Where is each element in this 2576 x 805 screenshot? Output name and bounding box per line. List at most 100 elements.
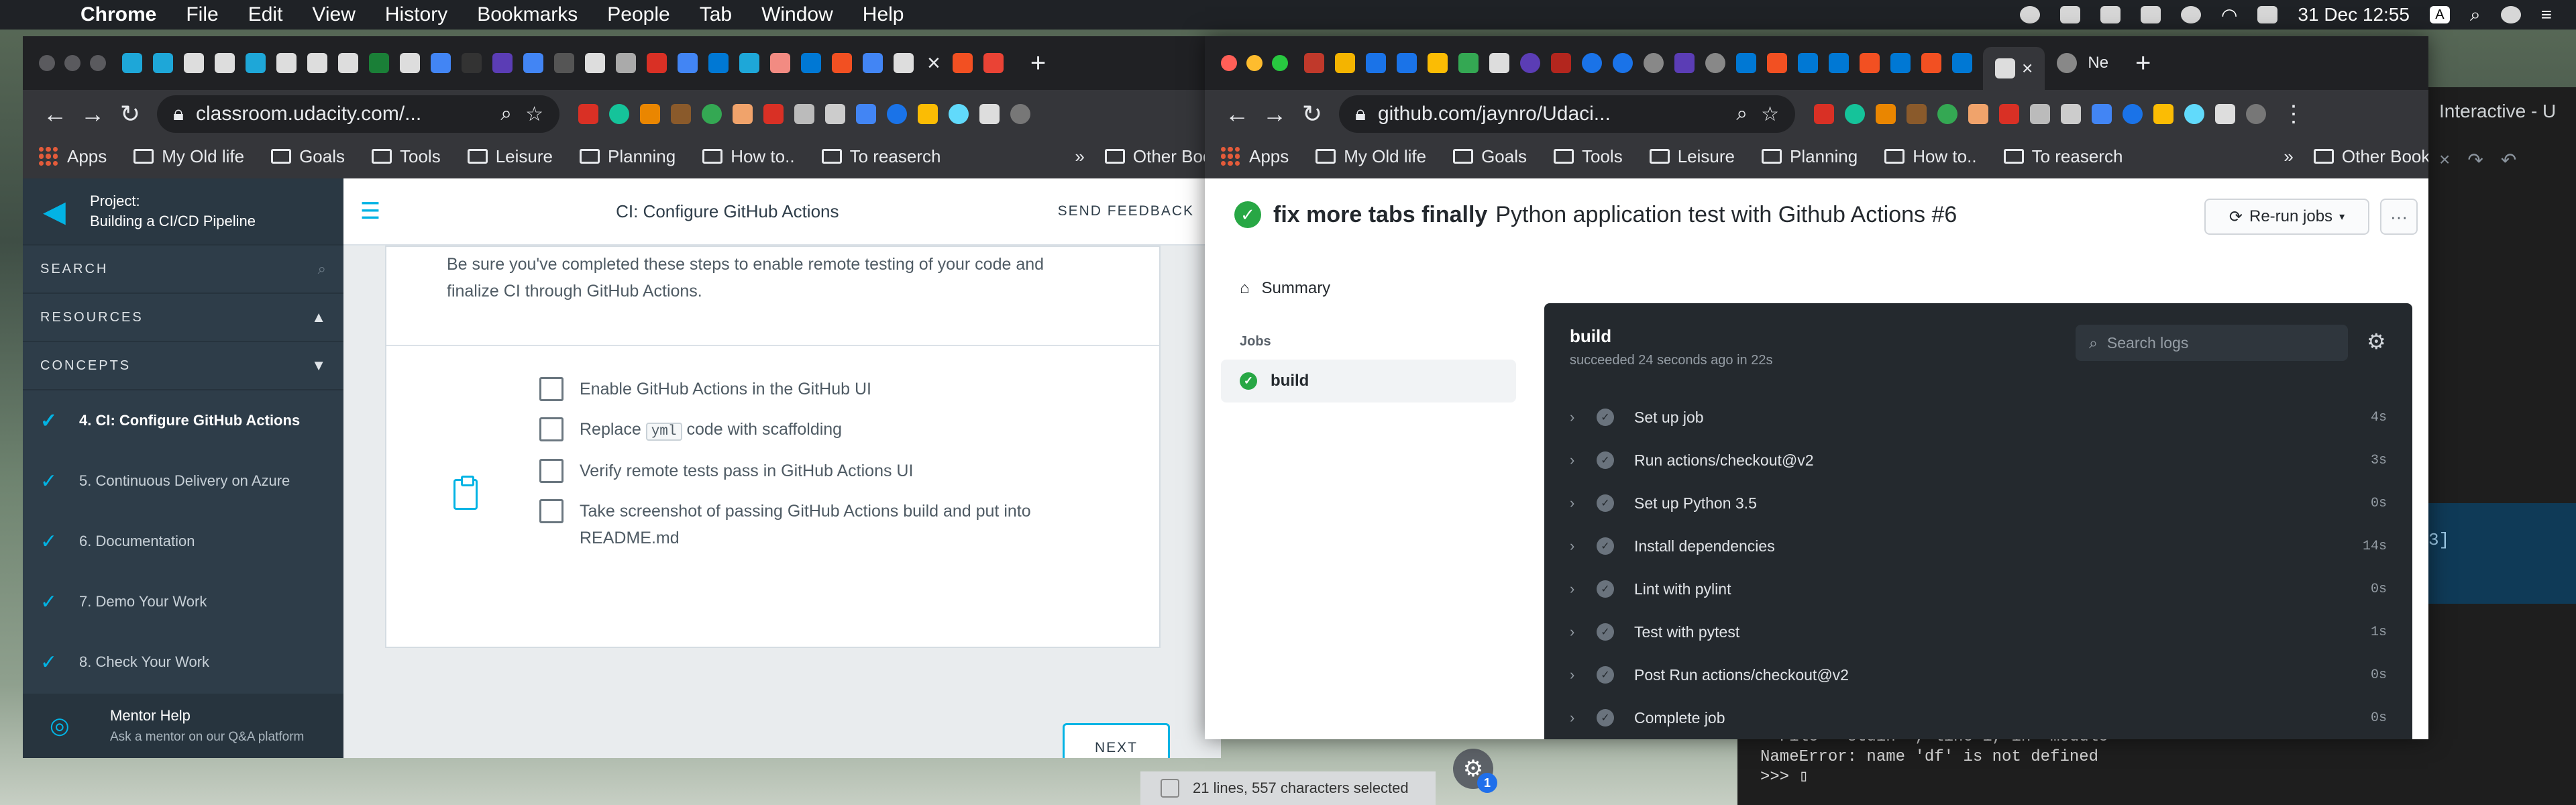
- next-button[interactable]: NEXT: [1063, 723, 1170, 758]
- bookmark-star-icon[interactable]: ☆: [525, 103, 543, 126]
- notion-tab-favicon[interactable]: [554, 53, 574, 73]
- menu-app-chrome[interactable]: Chrome: [80, 3, 156, 26]
- control-center-icon[interactable]: ≡: [2541, 4, 2552, 25]
- sidebar-concept-7[interactable]: ✓ 7. Demo Your Work: [23, 572, 343, 632]
- ask-tab-favicon[interactable]: [983, 53, 1004, 73]
- settings-gear-icon[interactable]: ⚙ 1: [1453, 749, 1497, 793]
- microsoft-tab-favicon[interactable]: [952, 53, 973, 73]
- bookmark-folder[interactable]: Leisure: [1649, 146, 1735, 167]
- avatar-extension-icon[interactable]: [1968, 104, 1988, 124]
- udacity-tab-favicon[interactable]: [739, 53, 759, 73]
- bookmark-folder[interactable]: To reaserch: [821, 146, 941, 167]
- chat-icon[interactable]: [2059, 6, 2080, 23]
- github-tab-favicon[interactable]: [894, 53, 914, 73]
- address-bar[interactable]: 🔒︎ classroom.udacity.com/... ⌕ ☆: [157, 95, 559, 133]
- drive-extension-icon[interactable]: [918, 104, 938, 124]
- menu-file[interactable]: File: [186, 3, 218, 26]
- extension-icon[interactable]: [887, 104, 907, 124]
- github-tab-favicon[interactable]: [400, 53, 420, 73]
- sidebar-search[interactable]: SEARCH ⌕: [23, 246, 343, 294]
- redo-icon[interactable]: ↷: [2467, 149, 2483, 171]
- puzzle-extensions-icon[interactable]: [979, 104, 1000, 124]
- google-tab-favicon[interactable]: [678, 53, 698, 73]
- menu-people[interactable]: People: [607, 3, 669, 26]
- spreadsheet-tab-favicon[interactable]: [369, 53, 389, 73]
- react-devtools-icon[interactable]: [949, 104, 969, 124]
- screenshot-extension-icon[interactable]: [2061, 104, 2081, 124]
- puzzle-extensions-icon[interactable]: [2215, 104, 2235, 124]
- new-extension-icon[interactable]: [640, 104, 660, 124]
- azure-tab-favicon[interactable]: [1829, 53, 1849, 73]
- bookmark-folder[interactable]: Goals: [271, 146, 345, 167]
- more-options-button[interactable]: ···: [2380, 199, 2418, 235]
- new-extension-icon[interactable]: [1876, 104, 1896, 124]
- search-icon[interactable]: ⌕: [318, 260, 326, 278]
- bookmark-apps[interactable]: Apps: [1221, 146, 1289, 167]
- user-avatar-icon[interactable]: [2500, 6, 2521, 23]
- adblock-extension-icon[interactable]: [763, 104, 784, 124]
- hamburger-menu-icon[interactable]: ☰: [343, 198, 397, 225]
- orange-tab-favicon[interactable]: [770, 53, 790, 73]
- azure-tab-favicon[interactable]: [708, 53, 729, 73]
- search-logs-input[interactable]: ⌕ Search logs: [2076, 325, 2348, 361]
- log-step[interactable]: › ✓ Lint with pylint 0s: [1570, 568, 2387, 610]
- extension-icon[interactable]: [794, 104, 814, 124]
- cloud-upload-icon[interactable]: [2100, 6, 2121, 23]
- bluetooth-icon[interactable]: [2180, 6, 2201, 23]
- new-tab-button[interactable]: +: [2135, 48, 2151, 78]
- bookmark-folder[interactable]: How to..: [702, 146, 795, 167]
- bookmarks-overflow-button[interactable]: »: [2284, 146, 2293, 167]
- close-tab-icon[interactable]: ×: [927, 50, 941, 76]
- minimize-window-button[interactable]: [64, 55, 80, 71]
- back-arrow-icon[interactable]: ←: [1218, 100, 1256, 128]
- checkbox-icon[interactable]: [1161, 779, 1179, 798]
- project-header[interactable]: ◀ Project: Building a CI/CD Pipeline: [23, 178, 343, 246]
- r-tab-favicon[interactable]: [1551, 53, 1571, 73]
- github-tab-favicon[interactable]: [338, 53, 358, 73]
- close-tab-icon[interactable]: ×: [2022, 58, 2033, 79]
- menu-window[interactable]: Window: [761, 3, 833, 26]
- drive-extension-icon[interactable]: [2153, 104, 2174, 124]
- wifi-icon[interactable]: ◠: [2221, 4, 2237, 26]
- tab-favicon[interactable]: [1366, 53, 1386, 73]
- reload-icon[interactable]: ↻: [111, 100, 149, 128]
- bookmark-folder[interactable]: How to..: [1884, 146, 1977, 167]
- microsoft-tab-favicon[interactable]: [832, 53, 852, 73]
- udacity-tab-favicon[interactable]: [122, 53, 142, 73]
- bookmark-other[interactable]: Other Bookmar: [1104, 146, 1221, 167]
- extension-icon[interactable]: [1814, 104, 1834, 124]
- notion-tab-favicon[interactable]: [1489, 53, 1509, 73]
- undo-icon[interactable]: ↶: [2501, 149, 2516, 171]
- sidebar-concept-6[interactable]: ✓ 6. Documentation: [23, 511, 343, 572]
- github-tab-favicon[interactable]: [307, 53, 327, 73]
- chrome-menu-icon[interactable]: ⋮: [2282, 101, 2305, 127]
- sidebar-concepts[interactable]: CONCEPTS ▼: [23, 342, 343, 390]
- bookmark-folder[interactable]: My Old life: [133, 146, 244, 167]
- task-checkbox[interactable]: [539, 417, 564, 441]
- menu-edit[interactable]: Edit: [248, 3, 283, 26]
- log-step[interactable]: › ✓ Run actions/checkout@v2 3s: [1570, 439, 2387, 482]
- task-checkbox[interactable]: [539, 377, 564, 401]
- gear-icon[interactable]: ⚙: [2367, 329, 2386, 354]
- reload-icon[interactable]: ↻: [1293, 100, 1331, 128]
- bookmark-folder[interactable]: Planning: [579, 146, 676, 167]
- menu-help[interactable]: Help: [863, 3, 904, 26]
- collapse-up-icon[interactable]: ▲: [311, 309, 326, 326]
- zoom-icon[interactable]: ⌕: [1736, 103, 1748, 125]
- microsoft-tab-favicon[interactable]: [1860, 53, 1880, 73]
- bookmark-folder[interactable]: Leisure: [467, 146, 553, 167]
- microsoft-tab-favicon[interactable]: [1921, 53, 1941, 73]
- sheets-tab-favicon[interactable]: [1458, 53, 1479, 73]
- forward-arrow-icon[interactable]: →: [74, 100, 111, 128]
- vscode-tab-title[interactable]: Interactive - U: [2439, 101, 2556, 122]
- profile-avatar[interactable]: [1010, 104, 1030, 124]
- microsoft-tab-favicon[interactable]: [1767, 53, 1787, 73]
- dark-tab-favicon[interactable]: [462, 53, 482, 73]
- battery-icon[interactable]: [2257, 6, 2278, 23]
- tab-favicon[interactable]: [2057, 53, 2078, 73]
- send-feedback-link[interactable]: SEND FEEDBACK: [1058, 203, 1221, 219]
- bookmark-apps[interactable]: Apps: [39, 146, 107, 167]
- azure-tab-favicon[interactable]: [1890, 53, 1911, 73]
- azure-tab-favicon[interactable]: [1798, 53, 1818, 73]
- airplay-icon[interactable]: [2140, 6, 2161, 23]
